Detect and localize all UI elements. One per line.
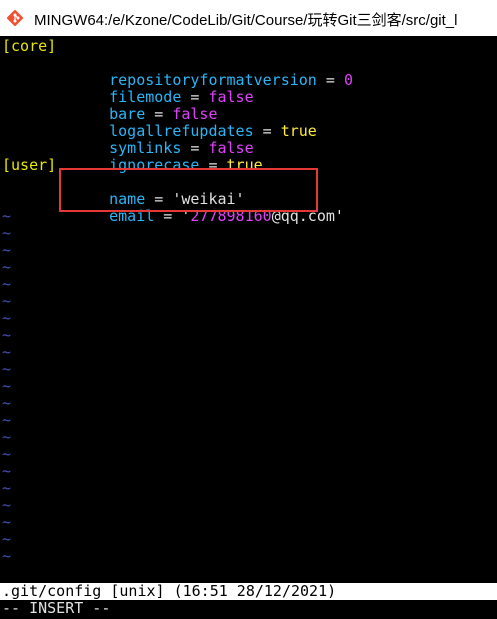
section-core-header: [core]: [2, 37, 57, 55]
tilde-marker: ~: [2, 394, 12, 412]
config-line: bare = false: [109, 105, 218, 123]
tilde-marker: ~: [2, 513, 12, 531]
tilde-marker: ~: [2, 241, 12, 259]
config-line: ignorecase = true: [109, 156, 263, 174]
tilde-marker: ~: [2, 224, 12, 242]
config-value: true: [280, 122, 317, 140]
tilde-marker: ~: [2, 343, 12, 361]
config-line: symlinks = false: [109, 139, 254, 157]
tilde-marker: ~: [2, 292, 12, 310]
config-value: 0: [343, 71, 353, 89]
highlight-box: [59, 168, 318, 212]
tilde-marker: ~: [2, 207, 12, 225]
tilde-marker: ~: [2, 445, 12, 463]
config-line: filemode = false: [109, 88, 254, 106]
section-user-header: [user]: [2, 156, 57, 174]
tilde-marker: ~: [2, 360, 12, 378]
vim-editor[interactable]: [core] repositoryformatversion = 0 filem…: [0, 38, 497, 583]
window-title: MINGW64:/e/Kzone/CodeLib/Git/Course/玩转Gi…: [34, 12, 458, 29]
window-titlebar: MINGW64:/e/Kzone/CodeLib/Git/Course/玩转Gi…: [0, 0, 497, 36]
tilde-marker: ~: [2, 547, 12, 565]
tilde-marker: ~: [2, 326, 12, 344]
tilde-marker: ~: [2, 428, 12, 446]
mode-indicator: -- INSERT --: [0, 600, 497, 619]
tilde-marker: ~: [2, 479, 12, 497]
tilde-marker: ~: [2, 377, 12, 395]
status-line: .git/config [unix] (16:51 28/12/2021): [0, 583, 497, 600]
tilde-marker: ~: [2, 530, 12, 548]
tilde-marker: ~: [2, 309, 12, 327]
tilde-marker: ~: [2, 496, 12, 514]
config-line: repositoryformatversion = 0: [109, 71, 353, 89]
tilde-marker: ~: [2, 462, 12, 480]
tilde-marker: ~: [2, 275, 12, 293]
git-logo-icon: [7, 10, 23, 26]
tilde-marker: ~: [2, 411, 12, 429]
config-line: logallrefupdates = true: [109, 122, 317, 140]
tilde-marker: ~: [2, 258, 12, 276]
